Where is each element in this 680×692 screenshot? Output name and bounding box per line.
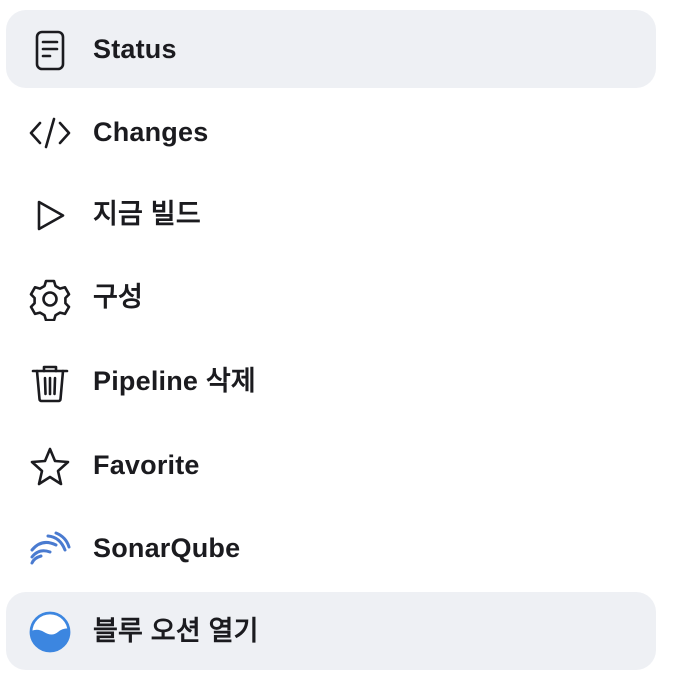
task-list: Status Changes 지금 빌드 구성 Pipeline 삭제 Favo…	[0, 0, 680, 692]
task-configure[interactable]: 구성	[6, 258, 656, 336]
gear-icon	[28, 277, 72, 321]
task-sonarqube[interactable]: SonarQube	[6, 509, 656, 587]
task-delete-pipeline[interactable]: Pipeline 삭제	[6, 342, 656, 420]
task-favorite[interactable]: Favorite	[6, 426, 656, 504]
task-label-changes: Changes	[93, 117, 209, 147]
trash-icon	[28, 361, 72, 405]
sonarqube-icon	[28, 528, 72, 572]
task-build-now[interactable]: 지금 빌드	[6, 175, 656, 253]
task-label-delete-pipeline: Pipeline 삭제	[93, 366, 256, 396]
play-icon	[28, 194, 72, 238]
task-changes[interactable]: Changes	[6, 93, 656, 171]
task-label-configure: 구성	[93, 282, 144, 312]
task-label-favorite: Favorite	[93, 450, 200, 480]
task-label-open-blue-ocean: 블루 오션 열기	[93, 616, 259, 646]
document-icon	[28, 29, 72, 73]
task-label-build-now: 지금 빌드	[93, 199, 201, 229]
blue-ocean-icon	[28, 611, 72, 655]
task-status[interactable]: Status	[6, 10, 656, 88]
star-icon	[28, 445, 72, 489]
task-label-status: Status	[93, 34, 177, 64]
task-label-sonarqube: SonarQube	[93, 533, 241, 563]
task-open-blue-ocean[interactable]: 블루 오션 열기	[6, 592, 656, 670]
code-icon	[28, 112, 72, 156]
